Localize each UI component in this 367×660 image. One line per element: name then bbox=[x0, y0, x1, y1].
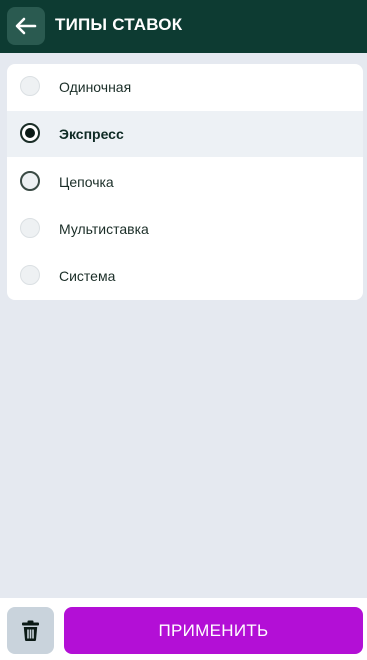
radio-button[interactable] bbox=[20, 218, 40, 238]
trash-icon bbox=[22, 620, 39, 641]
option-label: Одиночная bbox=[59, 79, 132, 95]
app-header: ТИПЫ СТАВОК bbox=[0, 0, 367, 53]
radio-button[interactable] bbox=[20, 123, 40, 143]
option-label: Мультиставка bbox=[59, 221, 149, 237]
page-title: ТИПЫ СТАВОК bbox=[55, 15, 183, 34]
bet-type-option-single[interactable]: Одиночная bbox=[7, 64, 363, 110]
bet-type-option-express[interactable]: Экспресс bbox=[7, 111, 363, 157]
option-label: Система bbox=[59, 268, 116, 284]
footer-bar: ПРИМЕНИТЬ bbox=[0, 598, 367, 660]
radio-button[interactable] bbox=[20, 265, 40, 285]
bet-type-option-system[interactable]: Система bbox=[7, 253, 363, 299]
back-button[interactable] bbox=[7, 7, 45, 45]
radio-button[interactable] bbox=[20, 171, 40, 191]
bet-type-option-multibet[interactable]: Мультиставка bbox=[7, 206, 363, 252]
delete-button[interactable] bbox=[7, 607, 54, 654]
radio-button[interactable] bbox=[20, 76, 40, 96]
bet-type-option-chain[interactable]: Цепочка bbox=[7, 159, 363, 205]
bet-type-list: Одиночная Экспресс Цепочка Мультиставка … bbox=[7, 64, 363, 300]
option-label: Цепочка bbox=[59, 174, 114, 190]
apply-button[interactable]: ПРИМЕНИТЬ bbox=[64, 607, 363, 654]
option-label: Экспресс bbox=[59, 126, 124, 142]
arrow-left-icon bbox=[15, 17, 37, 35]
